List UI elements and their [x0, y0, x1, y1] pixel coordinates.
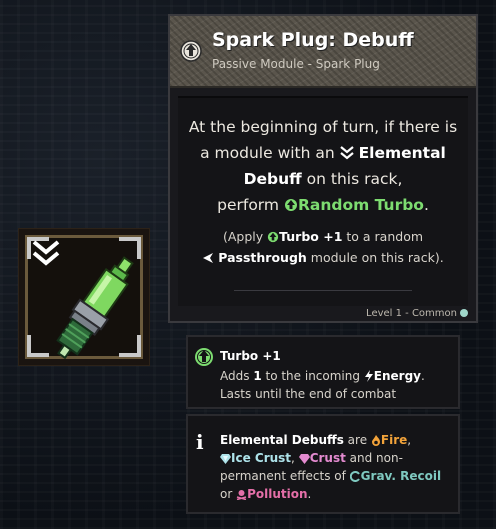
divider: [234, 290, 412, 291]
kw-ice-crust[interactable]: Ice Crust: [231, 451, 291, 465]
slot-corner-tr: [119, 237, 141, 259]
tooltip-body: At the beginning of turn, if there is a …: [178, 96, 468, 306]
tooltip-subtitle: Passive Module - Spark Plug: [212, 57, 380, 71]
keyword-random-turbo[interactable]: Random Turbo: [298, 196, 424, 214]
kw-crust[interactable]: Crust: [310, 451, 346, 465]
turbo-arrow-up-icon: [180, 40, 202, 62]
keyword-turbo[interactable]: Turbo +1: [279, 229, 342, 244]
grav-recoil-icon: [349, 471, 360, 482]
kw-grav-recoil[interactable]: Grav. Recoil: [361, 469, 441, 483]
double-chevron-down-icon: [32, 240, 60, 266]
passthrough-icon: [203, 253, 214, 263]
turbo-arrow-up-icon: [284, 199, 297, 211]
keyword-elemental[interactable]: Elemental: [359, 144, 446, 162]
desc-text: .: [423, 196, 429, 214]
kw-title: Elemental Debuffs: [220, 433, 344, 447]
ice-crust-icon: [220, 454, 231, 464]
info-icon: i: [196, 430, 204, 454]
energy-bolt-icon: [364, 370, 373, 382]
kw-text: permanent effects of: [220, 469, 350, 483]
note-text: module on this rack).: [306, 250, 444, 265]
kw-fire[interactable]: Fire: [381, 433, 407, 447]
desc-text: on this rack,: [301, 170, 403, 188]
module-description: At the beginning of turn, if there is a …: [178, 114, 468, 218]
crust-icon: [298, 454, 310, 464]
kw-text: are: [343, 433, 371, 447]
note-text: (Apply: [222, 229, 268, 244]
kw-text: or: [220, 487, 237, 501]
keyword-text: Elemental Debuffs are Fire, Ice Crust, C…: [220, 431, 452, 503]
kw-pollution[interactable]: Pollution: [247, 487, 307, 501]
kw-text: Adds: [220, 369, 254, 383]
slot-corner-bl: [27, 335, 49, 357]
kw-text: Lasts until the end of combat: [220, 387, 397, 401]
kw-text: .: [307, 487, 312, 501]
desc-text: perform: [217, 196, 284, 214]
keyword-tooltip-turbo: Turbo +1 Adds 1 to the incoming Energy. …: [186, 335, 460, 409]
slot-corner-br: [119, 335, 141, 357]
rarity-label: Level 1 - Common: [366, 308, 457, 319]
keyword-debuff[interactable]: Debuff: [244, 170, 302, 188]
keyword-text: Adds 1 to the incoming Energy. Lasts unt…: [220, 367, 452, 403]
module-note: (Apply Turbo +1 to a random Passthrough …: [178, 226, 468, 268]
kw-text: ,: [407, 433, 412, 447]
kw-energy[interactable]: Energy: [374, 369, 421, 383]
rarity-footer: Level 1 - Common: [366, 308, 468, 319]
kw-text: and non-: [345, 451, 403, 465]
kw-value: 1: [253, 369, 262, 383]
rarity-dot-icon: [460, 309, 468, 317]
turbo-arrow-up-icon: [267, 231, 279, 243]
kw-text: ,: [291, 451, 299, 465]
fire-icon: [371, 435, 380, 446]
desc-line-1: At the beginning of turn, if there is: [188, 118, 458, 136]
pollution-icon: [236, 490, 247, 500]
desc-text: a module with an: [200, 144, 340, 162]
double-chevron-down-icon: [339, 146, 354, 160]
kw-text: to the incoming: [261, 369, 364, 383]
item-slot[interactable]: [18, 228, 150, 366]
tooltip-header: Spark Plug: Debuff Passive Module - Spar…: [170, 16, 476, 88]
turbo-arrow-up-icon: [195, 348, 213, 366]
keyword-tooltip-elemental: i Elemental Debuffs are Fire, Ice Crust,…: [186, 414, 460, 514]
kw-text: .: [421, 369, 425, 383]
tooltip-title: Spark Plug: Debuff: [212, 29, 414, 51]
keyword-title: Turbo +1: [220, 349, 281, 363]
module-tooltip: Spark Plug: Debuff Passive Module - Spar…: [168, 14, 478, 323]
keyword-passthrough[interactable]: Passthrough: [218, 250, 307, 265]
note-text: to a random: [342, 229, 424, 244]
